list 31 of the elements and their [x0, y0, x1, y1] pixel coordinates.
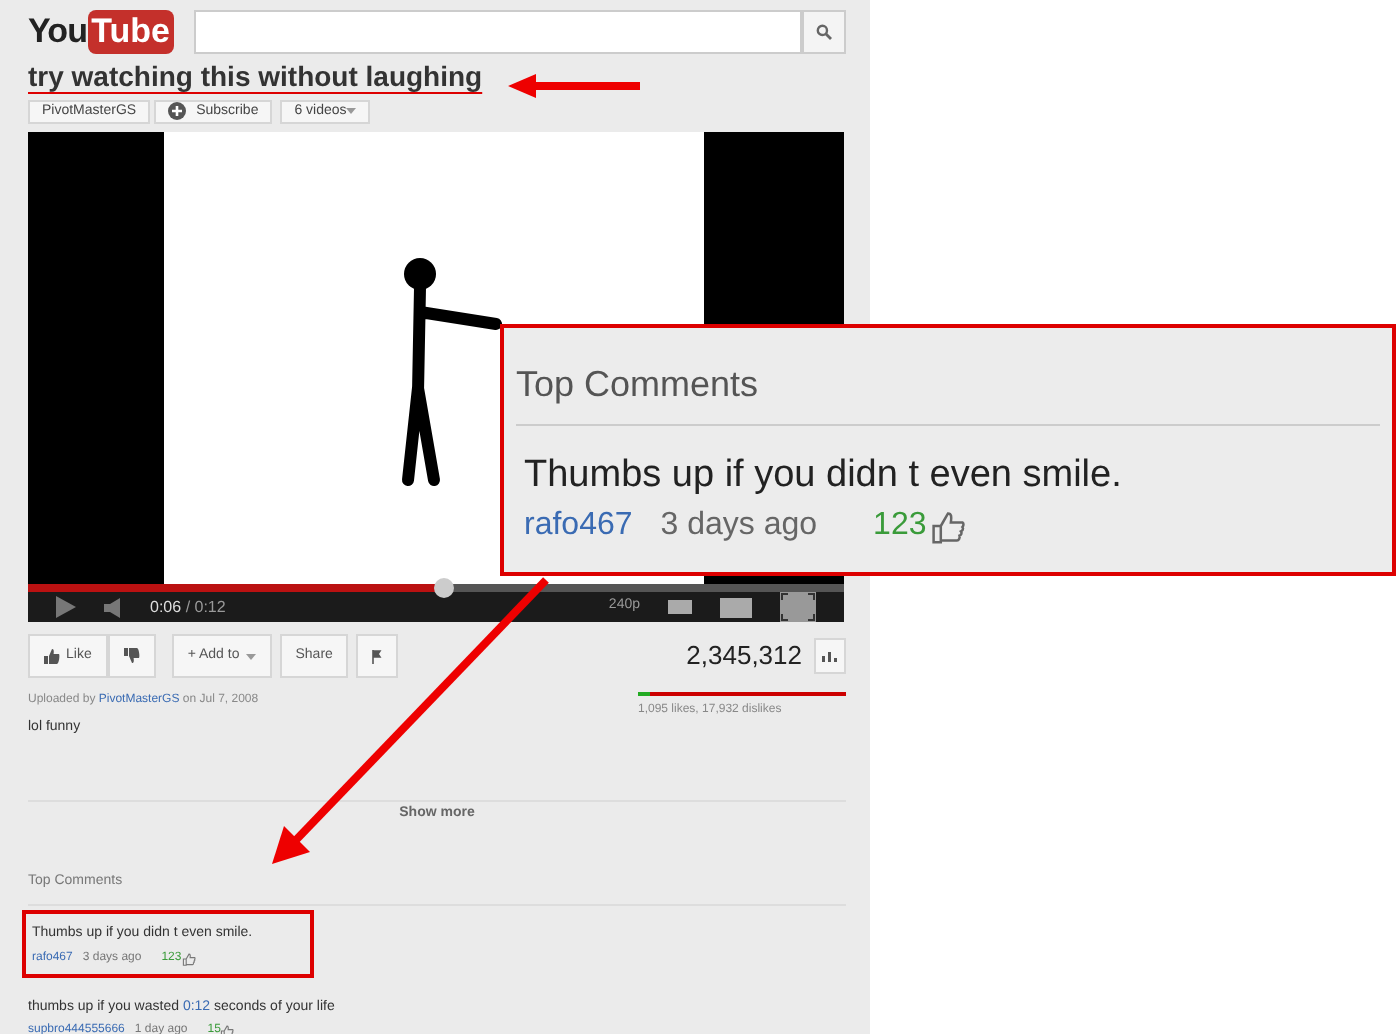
search-field[interactable]: [193, 9, 802, 54]
video-title: try watching this without laughing: [28, 57, 483, 93]
thumbs-down-icon: [123, 648, 140, 664]
thumbs-up-icon[interactable]: [181, 951, 196, 965]
search-button[interactable]: [802, 9, 846, 54]
stats-icon: [822, 651, 838, 661]
dislike-button[interactable]: [107, 634, 156, 678]
comment-age: 3 days ago: [660, 506, 818, 546]
flag-icon: [372, 649, 383, 663]
thumbs-up-icon[interactable]: [220, 1024, 235, 1034]
arrow: [508, 74, 640, 98]
large-player-icon[interactable]: [720, 597, 752, 617]
progress-thumb[interactable]: [434, 578, 455, 598]
flag-button[interactable]: [356, 634, 399, 678]
search-icon: [816, 23, 832, 40]
time-display: 0:06 / 0:12: [150, 595, 226, 619]
comment-text: Thumbs up if you didn t even smile.: [524, 454, 1124, 498]
plus-icon: [168, 102, 187, 121]
caret-icon: [245, 653, 256, 659]
view-count: 2,345,312: [686, 638, 802, 675]
progress-bar[interactable]: [28, 584, 844, 592]
caret-icon: [346, 108, 357, 115]
comment-author[interactable]: rafo467: [524, 502, 633, 550]
section-heading: Top Comments: [516, 364, 759, 404]
thumbs-up-icon: [44, 648, 60, 664]
volume-icon[interactable]: [104, 597, 122, 617]
play-icon[interactable]: [56, 596, 76, 618]
stats-button[interactable]: [814, 638, 846, 674]
fullscreen-icon[interactable]: [780, 592, 816, 622]
thumbs-up-icon[interactable]: [930, 508, 967, 544]
like-count: 123: [873, 506, 927, 546]
